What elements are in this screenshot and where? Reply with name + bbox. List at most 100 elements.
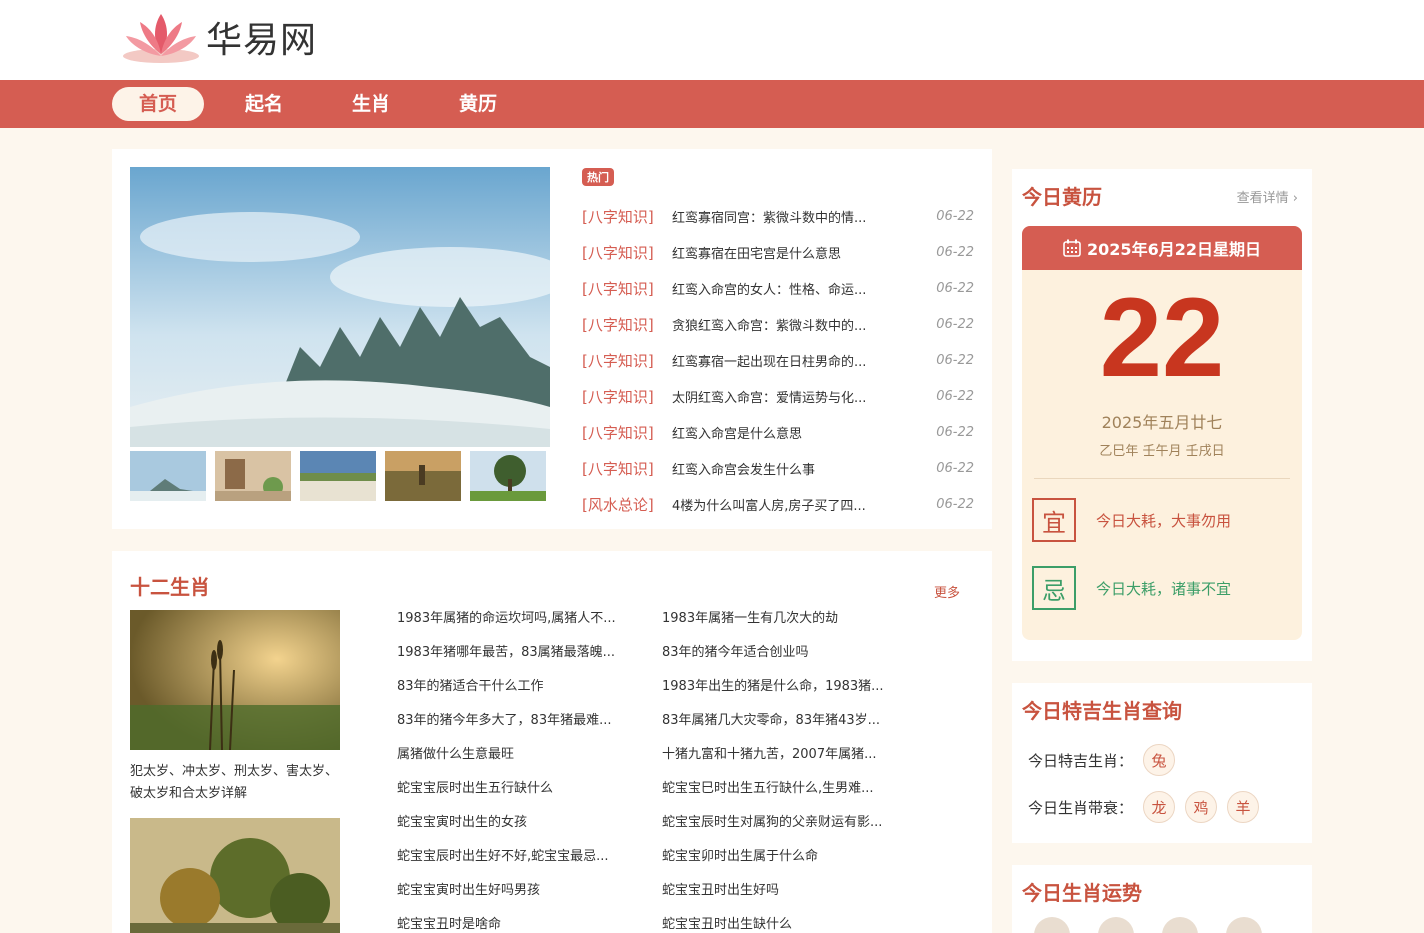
news-date: 06-22 [936,352,974,368]
zodiac-article-link[interactable]: 蛇宝宝辰时生对属狗的父亲财运有影... [662,812,902,834]
almanac-ji-row: 忌 今日大耗，诸事不宜 [1032,566,1231,610]
zodiac-article-link[interactable]: 83年的猪适合干什么工作 [397,676,637,698]
zodiac-fortune-title: 今日生肖运势 [1022,881,1142,905]
zodiac-article-link[interactable]: 1983年猪哪年最苦，83属猪最落魄... [397,642,637,664]
zodiac-article-link[interactable]: 蛇宝宝卯时出生属于什么命 [662,846,902,868]
news-row[interactable]: [八字知识] 红鸾寡宿一起出现在日柱男命的... 06-22 [582,342,974,378]
news-date: 06-22 [936,496,974,512]
zodiac-article-link[interactable]: 属猪做什么生意最旺 [397,744,637,766]
news-row[interactable]: [八字知识] 红鸾入命宫会发生什么事 06-22 [582,450,974,486]
news-title[interactable]: 贪狼红鸾入命宫：紫微斗数中的... [672,315,928,334]
carousel-thumb-1[interactable] [130,451,206,501]
zodiac-badge[interactable]: 鸡 [1185,791,1218,823]
zodiac-article-link[interactable]: 1983年属猪的命运坎坷吗,属猪人不... [397,608,637,630]
zodiac-article-link[interactable]: 蛇宝宝辰时出生好不好,蛇宝宝最忌... [397,846,637,868]
carousel-thumb-2[interactable] [215,451,291,501]
lucky-zodiac-title: 今日特吉生肖查询 [1022,699,1182,723]
zodiac-animal-icon[interactable] [1226,917,1262,933]
news-row[interactable]: [八字知识] 红鸾入命宫的女人：性格、命运... 06-22 [582,270,974,306]
news-row[interactable]: [风水总论] 4楼为什么叫富人房,房子买了四... 06-22 [582,486,974,522]
zodiac-article-link[interactable]: 蛇宝宝辰时出生五行缺什么 [397,778,637,800]
nav-zodiac[interactable]: 生肖 [325,87,417,121]
zodiac-section-title: 十二生肖 [130,575,210,599]
zodiac-article-link[interactable]: 蛇宝宝丑时是啥命 [397,914,637,933]
news-title[interactable]: 太阴红鸾入命宫：爱情运势与化... [672,387,928,406]
zodiac-card: 十二生肖 更多 犯太岁、冲太岁、刑太岁、害太岁、破太岁和合太岁详解 1983年属… [112,551,992,933]
ji-icon: 忌 [1032,566,1076,610]
winter-landscape-image [130,167,550,447]
zodiac-article-link[interactable]: 1983年属猪一生有几次大的劫 [662,608,902,630]
almanac-detail-link[interactable]: 查看详情 › [1237,187,1298,206]
news-category[interactable]: [八字知识] [582,422,672,443]
site-header: 华易网 [0,0,1424,80]
news-title[interactable]: 红鸾入命宫是什么意思 [672,423,928,442]
almanac-card: 今日黄历 查看详情 › 2025年6月22日星期日 22 2025年五月廿七 乙… [1012,169,1312,661]
zodiac-badge[interactable]: 羊 [1227,791,1260,823]
news-category[interactable]: [八字知识] [582,386,672,407]
news-title[interactable]: 红鸾入命宫会发生什么事 [672,459,928,478]
news-title[interactable]: 红鸾寡宿一起出现在日柱男命的... [672,351,928,370]
news-date: 06-22 [936,460,974,476]
zodiac-feature-image-2[interactable] [130,818,340,933]
zodiac-article-link[interactable]: 蛇宝宝巳时出生五行缺什么,生男难... [662,778,902,800]
zodiac-animal-icon[interactable] [1034,917,1070,933]
carousel-thumb-4[interactable] [385,451,461,501]
news-category[interactable]: [八字知识] [582,350,672,371]
nav-almanac[interactable]: 黄历 [432,87,524,121]
almanac-divider [1034,478,1290,479]
news-category[interactable]: [八字知识] [582,314,672,335]
carousel-main-image[interactable] [130,167,550,447]
almanac-yi-row: 宜 今日大耗，大事勿用 [1032,498,1231,542]
chevron-right-icon: › [1292,191,1298,206]
zodiac-animal-icon[interactable] [1162,917,1198,933]
news-title[interactable]: 红鸾寡宿在田宅宫是什么意思 [672,243,928,262]
zodiac-fortune-card: 今日生肖运势 [1012,865,1312,933]
news-row[interactable]: [八字知识] 红鸾入命宫是什么意思 06-22 [582,414,974,450]
yi-text: 今日大耗，大事勿用 [1096,511,1232,530]
news-category[interactable]: [风水总论] [582,494,672,515]
news-row[interactable]: [八字知识] 太阴红鸾入命宫：爱情运势与化... 06-22 [582,378,974,414]
zodiac-badge[interactable]: 兔 [1143,744,1176,776]
news-category[interactable]: [八字知识] [582,458,672,479]
news-date: 06-22 [936,244,974,260]
zodiac-badge[interactable]: 龙 [1143,791,1176,823]
zodiac-article-link[interactable]: 蛇宝宝丑时出生好吗 [662,880,902,902]
news-title[interactable]: 红鸾寡宿同宫：紫微斗数中的情... [672,207,928,226]
zodiac-more-link[interactable]: 更多 [934,582,960,601]
news-category[interactable]: [八字知识] [582,242,672,263]
zodiac-article-link[interactable]: 蛇宝宝寅时出生的女孩 [397,812,637,834]
nav-home[interactable]: 首页 [112,87,204,121]
lucky-bad-row: 今日生肖带衰： 龙 鸡 羊 [1028,791,1260,823]
hot-badge: 热门 [582,168,614,186]
lucky-zodiac-card: 今日特吉生肖查询 今日特吉生肖： 兔 今日生肖带衰： 龙 鸡 羊 [1012,683,1312,843]
zodiac-animal-icon[interactable] [1098,917,1134,933]
almanac-day-number: 22 [1099,275,1225,400]
nav-naming[interactable]: 起名 [218,87,310,121]
news-title[interactable]: 4楼为什么叫富人房,房子买了四... [672,495,928,514]
zodiac-feature-image[interactable] [130,610,340,750]
news-title[interactable]: 红鸾入命宫的女人：性格、命运... [672,279,928,298]
news-row[interactable]: [八字知识] 贪狼红鸾入命宫：紫微斗数中的... 06-22 [582,306,974,342]
zodiac-article-link[interactable]: 83年的猪今年适合创业吗 [662,642,902,664]
news-date: 06-22 [936,208,974,224]
zodiac-article-link[interactable]: 蛇宝宝寅时出生好吗男孩 [397,880,637,902]
site-name: 华易网 [206,20,318,61]
zodiac-article-link[interactable]: 83年的猪今年多大了，83年猪最难... [397,710,637,732]
zodiac-article-link[interactable]: 1983年出生的猪是什么命，1983猪... [662,676,902,698]
news-category[interactable]: [八字知识] [582,206,672,227]
zodiac-article-link[interactable]: 83年属猪几大灾零命，83年猪43岁... [662,710,902,732]
carousel-thumb-5[interactable] [470,451,546,501]
almanac-detail-label: 查看详情 [1236,191,1289,206]
almanac-title: 今日黄历 [1022,185,1102,209]
news-row[interactable]: [八字知识] 红鸾寡宿在田宅宫是什么意思 06-22 [582,234,974,270]
news-category[interactable]: [八字知识] [582,278,672,299]
almanac-ganzhi: 乙巳年 壬午月 壬戌日 [1099,444,1225,459]
zodiac-article-link[interactable]: 蛇宝宝丑时出生缺什么 [662,914,902,933]
carousel-thumb-3[interactable] [300,451,376,501]
hot-news-card: 热门 [八字知识] 红鸾寡宿同宫：紫微斗数中的情... 06-22 [八字知识]… [112,149,992,529]
almanac-calendar: 2025年6月22日星期日 22 2025年五月廿七 乙巳年 壬午月 壬戌日 宜… [1022,226,1302,640]
news-row[interactable]: [八字知识] 红鸾寡宿同宫：紫微斗数中的情... 06-22 [582,198,974,234]
zodiac-article-link[interactable]: 十猪九富和十猪九苦，2007年属猪... [662,744,902,766]
site-logo[interactable]: 华易网 [120,8,317,66]
zodiac-feature-caption[interactable]: 犯太岁、冲太岁、刑太岁、害太岁、破太岁和合太岁详解 [130,761,340,805]
